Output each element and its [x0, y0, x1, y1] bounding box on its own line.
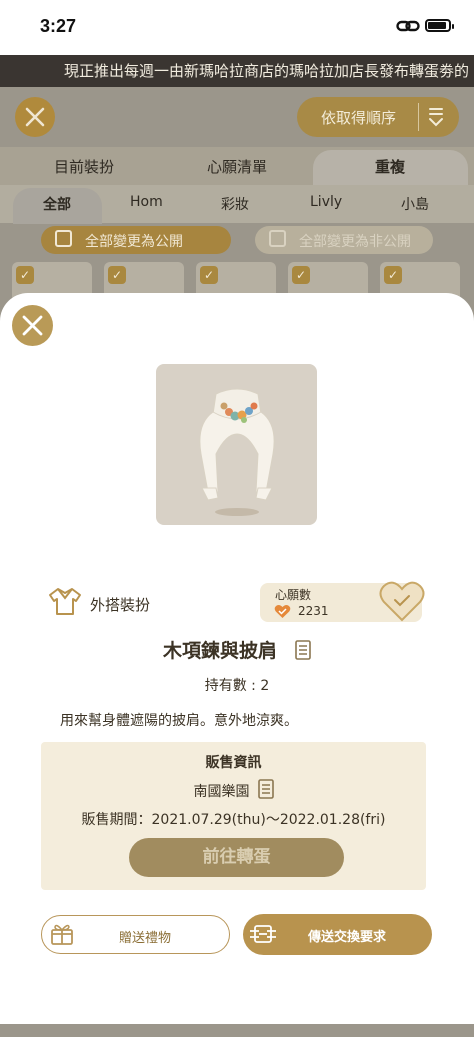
document-icon[interactable] — [295, 640, 311, 660]
make-all-private-button[interactable]: 全部變更為非公開 — [255, 226, 433, 254]
category-label: 外搭裝扮 — [90, 596, 151, 614]
item-image — [156, 364, 317, 525]
tab-current-outfit[interactable]: 目前裝扮 — [54, 156, 114, 177]
sort-divider — [418, 103, 419, 131]
shirt-icon — [49, 588, 81, 615]
checkbox-icon — [55, 230, 72, 247]
document-icon[interactable] — [257, 779, 274, 799]
item-name-row: 木項鍊與披肩 — [0, 636, 474, 663]
subtab-island[interactable]: 小島 — [401, 194, 429, 214]
link-icon — [396, 20, 420, 32]
heart-icon — [274, 604, 291, 618]
add-wishlist-heart-icon[interactable] — [378, 580, 426, 624]
tab-wishlist[interactable]: 心願清單 — [207, 156, 267, 177]
shawl-necklace-icon — [199, 388, 275, 516]
checkbox-icon — [269, 230, 286, 247]
make-all-public-button[interactable]: 全部變更為公開 — [41, 226, 231, 254]
subtab-livly[interactable]: Livly — [310, 194, 342, 210]
check-icon: ✓ — [108, 266, 126, 284]
sort-button[interactable]: 依取得順序 — [297, 97, 459, 137]
sort-label: 依取得順序 — [321, 109, 397, 127]
subtab-makeup[interactable]: 彩妝 — [221, 194, 249, 214]
sale-period: 販售期間：2021.07.29(thu)～2022.01.28(fri) — [81, 812, 386, 828]
close-button[interactable] — [12, 305, 53, 346]
sale-shop-row: 南國樂園 — [41, 779, 426, 801]
close-icon — [22, 315, 43, 336]
ticker-text: 現正推出每週一由新瑪哈拉商店的瑪哈拉加店長發布轉蛋劵的 — [64, 62, 470, 80]
gift-icon — [51, 924, 73, 945]
battery-icon — [425, 19, 454, 32]
make-all-private-label: 全部變更為非公開 — [299, 234, 411, 250]
sale-info-panel: 販售資訊 南國樂園 販售期間：2021.07.29(thu)～2022.01.2… — [41, 742, 426, 890]
sale-info-title: 販售資訊 — [205, 755, 262, 771]
send-trade-label: 傳送交換要求 — [308, 930, 387, 945]
sale-shop: 南國樂園 — [193, 784, 250, 800]
announcement-ticker[interactable]: 現正推出每週一由新瑪哈拉商店的瑪哈拉加店長發布轉蛋劵的 — [0, 55, 474, 87]
subtab-all[interactable]: 全部 — [43, 194, 71, 214]
owned-count: 持有數 : 2 — [204, 678, 270, 694]
status-time: 3:27 — [40, 16, 77, 36]
subtab-hom[interactable]: Hom — [130, 194, 163, 210]
send-trade-request-button[interactable]: 傳送交換要求 — [243, 914, 432, 955]
wish-count-panel: 心願數 2231 — [260, 581, 425, 622]
send-gift-label: 贈送禮物 — [119, 931, 172, 946]
check-icon: ✓ — [200, 266, 218, 284]
go-to-gacha-button[interactable]: 前往轉蛋 — [129, 838, 344, 877]
send-gift-button[interactable]: 贈送禮物 — [41, 915, 230, 954]
make-all-public-label: 全部變更為公開 — [85, 234, 183, 250]
check-icon: ✓ — [16, 266, 34, 284]
background-close-button[interactable] — [15, 97, 55, 137]
wish-label: 心願數 — [275, 588, 312, 602]
close-icon — [25, 107, 45, 127]
check-icon: ✓ — [292, 266, 310, 284]
sort-icon — [429, 108, 443, 127]
wish-count: 2231 — [298, 604, 329, 618]
status-bar: 3:27 — [0, 0, 474, 55]
tab-duplicates[interactable]: 重複 — [375, 156, 405, 177]
item-description: 用來幫身體遮陽的披肩。意外地涼爽。 — [60, 713, 298, 729]
item-name: 木項鍊與披肩 — [162, 640, 277, 662]
trade-icon — [250, 925, 276, 943]
check-icon: ✓ — [384, 266, 402, 284]
